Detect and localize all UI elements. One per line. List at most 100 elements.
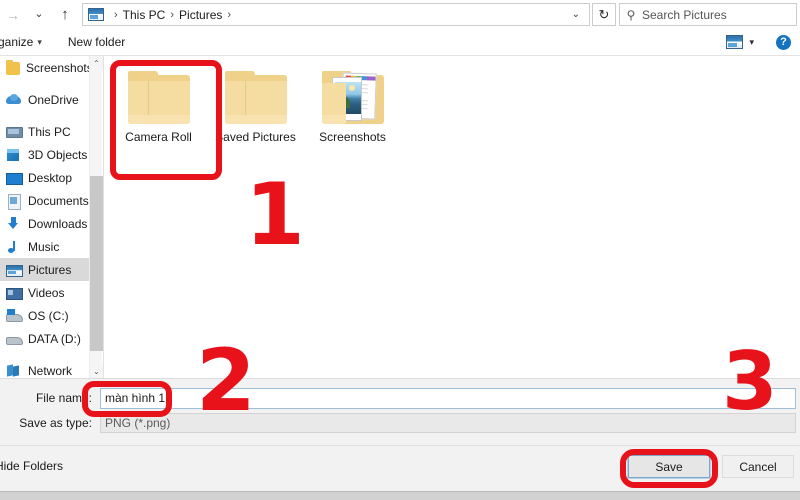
search-placeholder: Search Pictures xyxy=(642,7,727,22)
chevron-down-icon[interactable]: ⌄ xyxy=(565,9,587,20)
refresh-icon: ↻ xyxy=(598,6,610,22)
sidebar-item-label: Screenshots xyxy=(26,60,89,75)
scroll-up-icon[interactable]: ⌃ xyxy=(90,56,103,70)
sidebar-item-label: OS (C:) xyxy=(28,308,69,323)
arrow-up-icon: ↑ xyxy=(61,6,69,23)
sidebar-item-downloads[interactable]: Downloads xyxy=(0,212,89,235)
scroll-down-icon[interactable]: ⌄ xyxy=(90,364,103,378)
folder-icon xyxy=(6,60,20,75)
toolbar-right-group: ▾ ? xyxy=(726,34,800,50)
folder-with-thumbnails-icon xyxy=(321,71,384,124)
navigation-pane[interactable]: Screenshots OneDrive This PC 3D Objects … xyxy=(0,56,89,378)
cube-icon xyxy=(6,147,22,163)
sidebar-item-network[interactable]: Network xyxy=(0,359,89,378)
sidebar-item-label: This PC xyxy=(28,124,71,139)
save-button[interactable]: Save xyxy=(627,454,711,479)
new-folder-button[interactable]: New folder xyxy=(68,35,125,49)
sidebar-item-label: OneDrive xyxy=(28,92,79,107)
savetype-label: Save as type: xyxy=(19,416,92,430)
sidebar-item-music[interactable]: Music xyxy=(0,235,89,258)
forward-button[interactable]: → xyxy=(0,2,26,28)
sidebar-item-label: Pictures xyxy=(28,262,72,277)
organize-label: rganize xyxy=(0,35,34,49)
sidebar-item-os-c[interactable]: OS (C:) xyxy=(0,304,89,327)
sidebar-item-this-pc[interactable]: This PC xyxy=(0,120,89,143)
form-divider xyxy=(0,445,800,446)
sidebar-item-documents[interactable]: Documents xyxy=(0,189,89,212)
sidebar-item-label: Documents xyxy=(28,193,89,208)
breadcrumb-separator-icon: › xyxy=(227,8,232,21)
view-layout-icon[interactable] xyxy=(726,35,744,49)
sidebar-item-label: Videos xyxy=(28,285,65,300)
file-items: Camera Roll Saved Pictures Screenshots xyxy=(104,56,800,175)
filename-value: màn hình 1 xyxy=(105,391,166,405)
network-icon xyxy=(6,363,22,379)
folder-icon xyxy=(127,71,190,124)
new-folder-label: New folder xyxy=(67,35,126,49)
breadcrumb-separator-icon: › xyxy=(114,8,118,21)
recent-locations-button[interactable]: ⌄ xyxy=(26,2,52,28)
search-icon: ⚲ xyxy=(626,7,636,22)
save-button-label: Save xyxy=(655,459,683,474)
cancel-button[interactable]: Cancel xyxy=(722,455,794,478)
sidebar-item-data-d[interactable]: DATA (D:) xyxy=(0,327,89,350)
arrow-right-icon: → xyxy=(6,6,20,23)
hide-folders-button[interactable]: Hide Folders xyxy=(0,459,63,473)
file-item-screenshots[interactable]: Screenshots xyxy=(304,65,401,175)
command-toolbar: rganize ▾ New folder ▾ ? xyxy=(0,29,800,56)
sidebar-item-label: Downloads xyxy=(28,216,88,231)
help-label: ? xyxy=(780,36,787,48)
organize-button[interactable]: rganize ▾ xyxy=(0,35,42,49)
desktop-icon xyxy=(6,170,23,186)
filename-row: File name: màn hình 1 xyxy=(0,385,800,411)
sidebar-item-label: DATA (D:) xyxy=(28,331,81,346)
sidebar-item-videos[interactable]: Videos xyxy=(0,281,89,304)
navigation-bar: → ⌄ ↑ › This PC › Pictures › ⌄ ↻ ⚲ Searc… xyxy=(0,0,800,29)
scrollbar-thumb[interactable] xyxy=(90,176,103,351)
file-list-pane[interactable]: Camera Roll Saved Pictures Screenshots xyxy=(103,56,800,378)
sidebar-divider xyxy=(0,350,89,359)
sidebar-item-pictures[interactable]: Pictures xyxy=(0,258,89,281)
refresh-button[interactable]: ↻ xyxy=(592,3,616,26)
savetype-row: Save as type: PNG (*.png) xyxy=(0,412,800,434)
sidebar-item-label: Network xyxy=(28,363,73,378)
pictures-icon xyxy=(6,262,23,278)
sidebar-item-onedrive[interactable]: OneDrive xyxy=(0,88,89,111)
file-item-camera-roll[interactable]: Camera Roll xyxy=(110,65,207,175)
up-one-level-button[interactable]: ↑ xyxy=(52,2,78,28)
pictures-folder-icon xyxy=(88,8,104,21)
cancel-button-label: Cancel xyxy=(739,459,777,474)
breadcrumb-separator-icon: › xyxy=(170,8,175,21)
help-icon[interactable]: ? xyxy=(776,34,791,50)
file-item-saved-pictures[interactable]: Saved Pictures xyxy=(207,65,304,175)
filename-input[interactable]: màn hình 1 xyxy=(100,387,796,409)
folder-icon xyxy=(224,71,287,124)
sidebar-item-label: Desktop xyxy=(28,170,73,185)
document-icon xyxy=(6,193,22,210)
save-form: File name: màn hình 1 Save as type: PNG … xyxy=(0,379,800,500)
chevron-down-icon[interactable]: ▾ xyxy=(743,37,762,48)
filename-label: File name: xyxy=(35,391,92,405)
breadcrumb[interactable]: › This PC › Pictures › ⌄ xyxy=(82,3,590,26)
download-arrow-icon xyxy=(6,216,22,232)
hide-folders-label: Hide Folders xyxy=(0,459,64,473)
sidebar-item-desktop[interactable]: Desktop xyxy=(0,166,89,189)
status-bar xyxy=(0,491,800,500)
savetype-select[interactable]: PNG (*.png) xyxy=(100,413,796,433)
file-item-label: Camera Roll xyxy=(125,130,192,144)
sidebar-item-label: Music xyxy=(28,239,60,254)
breadcrumb-item-this-pc[interactable]: This PC xyxy=(123,8,166,22)
cloud-icon xyxy=(6,92,22,108)
sidebar-scrollbar[interactable]: ⌃ ⌄ xyxy=(89,56,103,378)
music-note-icon xyxy=(6,239,22,255)
sidebar-item-screenshots[interactable]: Screenshots xyxy=(0,56,89,79)
breadcrumb-item-pictures[interactable]: Pictures xyxy=(179,8,222,22)
chevron-down-icon: ▾ xyxy=(37,36,42,47)
file-item-label: Saved Pictures xyxy=(215,130,296,144)
video-icon xyxy=(6,285,23,301)
computer-icon xyxy=(6,124,23,140)
save-as-dialog: → ⌄ ↑ › This PC › Pictures › ⌄ ↻ ⚲ Searc… xyxy=(0,0,800,500)
search-input[interactable]: ⚲ Search Pictures xyxy=(619,3,797,26)
sidebar-item-3d-objects[interactable]: 3D Objects xyxy=(0,143,89,166)
chevron-down-icon: ⌄ xyxy=(34,8,44,20)
